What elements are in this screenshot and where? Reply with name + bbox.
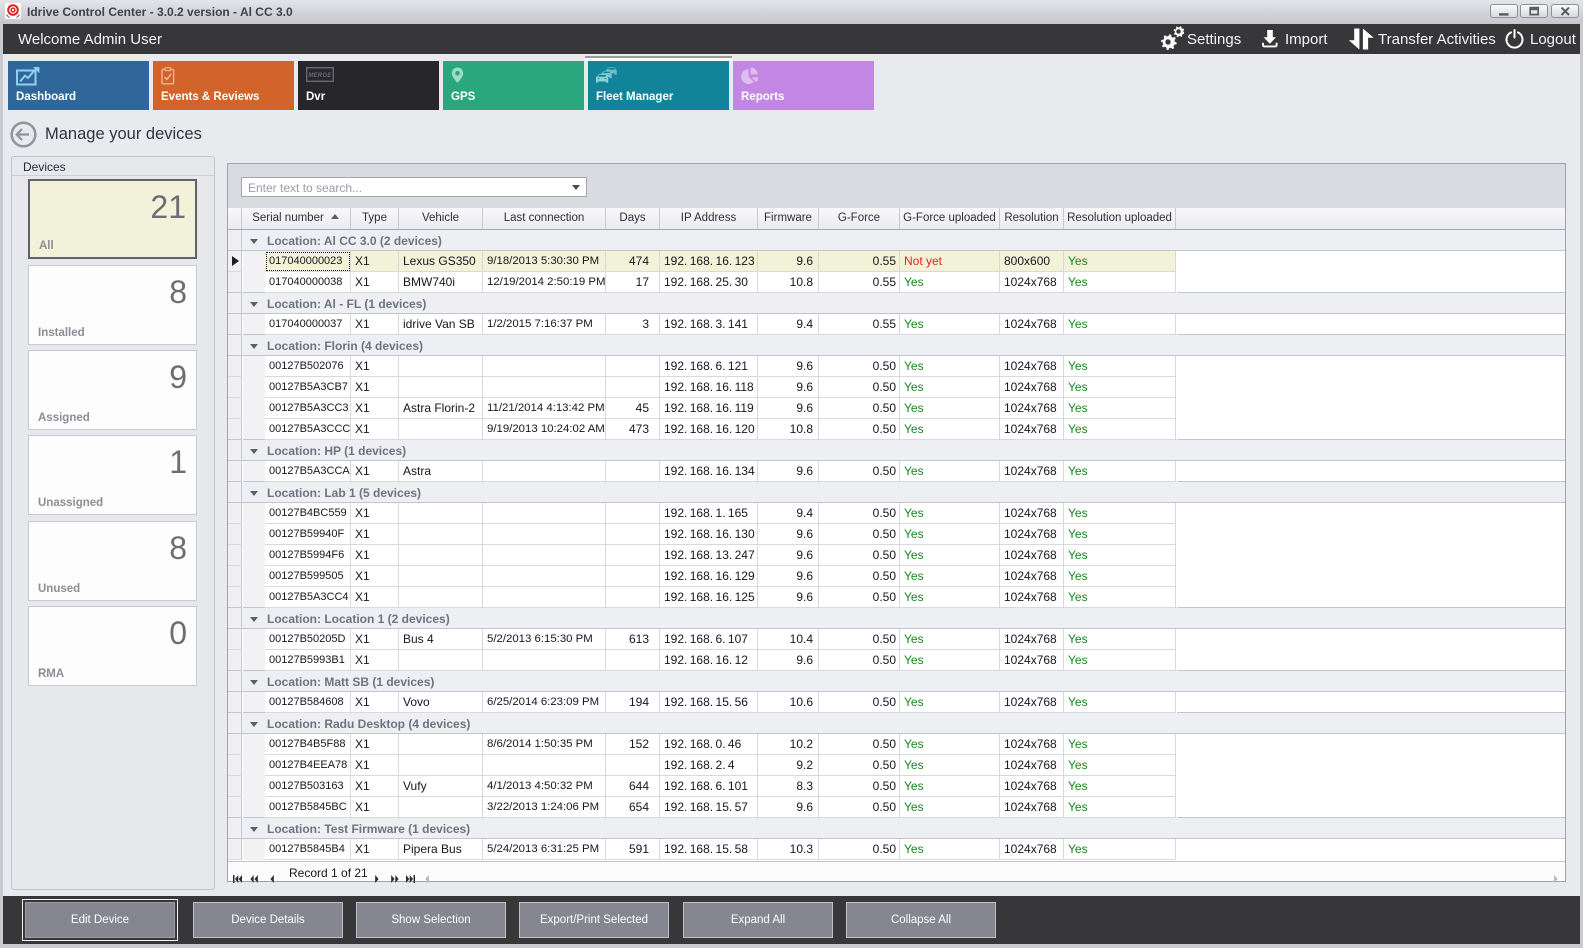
svg-text:MERGE: MERGE bbox=[308, 73, 332, 79]
